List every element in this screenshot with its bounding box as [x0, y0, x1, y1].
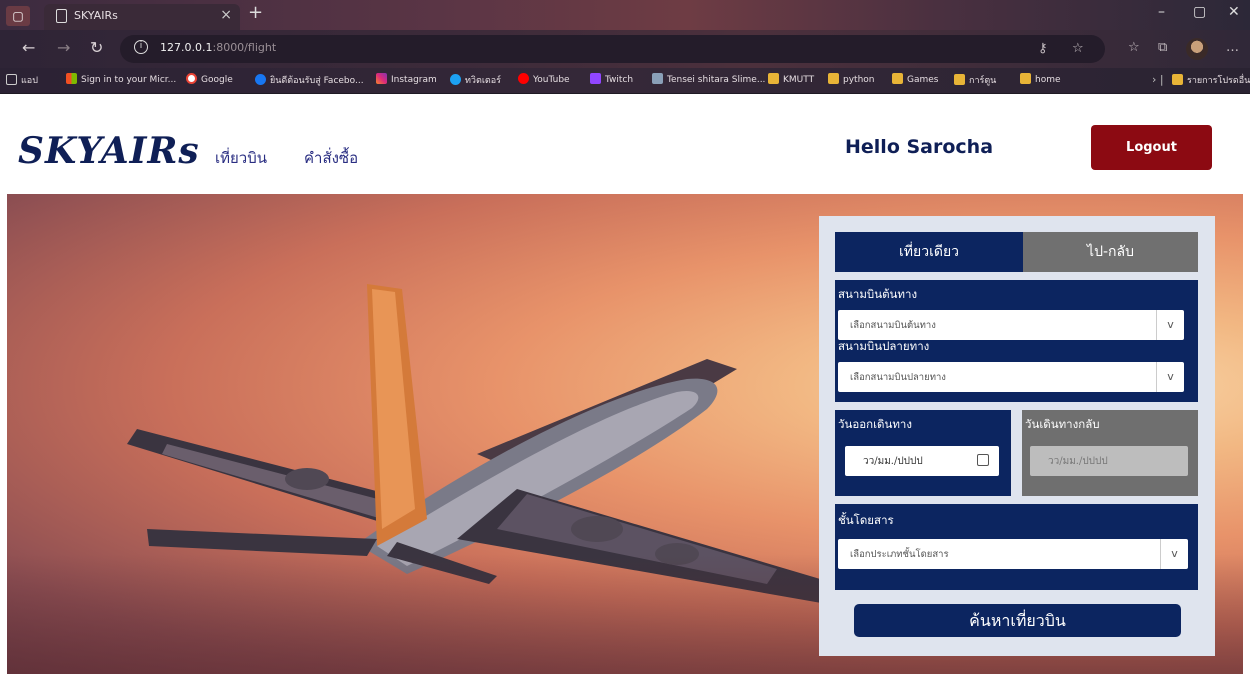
bookmark-apps[interactable]: แอป	[6, 73, 38, 87]
folder-icon	[1172, 74, 1183, 85]
new-tab-icon[interactable]: +	[248, 2, 263, 23]
bookmarks-overflow-icon[interactable]: › |	[1152, 73, 1164, 86]
bookmark-kmutt[interactable]: KMUTT	[768, 73, 814, 85]
url-text: 127.0.0.1:8000/flight	[160, 41, 277, 54]
tab-one-way[interactable]: เที่ยวเดียว	[835, 232, 1023, 272]
folder-icon	[828, 73, 839, 84]
key-icon[interactable]: ⚷	[1038, 41, 1048, 56]
folder-icon	[1020, 73, 1031, 84]
nav-orders[interactable]: คำสั่งซื้อ	[304, 146, 358, 170]
site-header: SKYAIRs เที่ยวบิน คำสั่งซื้อ Hello Saroc…	[0, 94, 1250, 194]
bookmark-tensei[interactable]: Tensei shitara Slime...	[652, 73, 765, 85]
bookmark-instagram[interactable]: Instagram	[376, 73, 437, 85]
bookmark-other-favorites[interactable]: รายการโปรดอื่นๆ	[1172, 73, 1250, 87]
browser-toolbar: ← → ↻ i 127.0.0.1:8000/flight ⚷ ☆ ☆ ⧉ …	[0, 30, 1250, 68]
depart-date-input[interactable]: วว/มม./ปปปป	[845, 446, 999, 476]
apps-icon	[6, 74, 17, 85]
instagram-icon	[376, 73, 387, 84]
bookmark-home[interactable]: home	[1020, 73, 1061, 85]
class-label: ชั้นโดยสาร	[838, 513, 894, 527]
close-window-icon[interactable]: ✕	[1228, 4, 1240, 20]
origin-select-value: เลือกสนามบินต้นทาง	[850, 320, 936, 331]
bookmark-python[interactable]: python	[828, 73, 874, 85]
bookmark-google[interactable]: Google	[186, 73, 233, 85]
tab-title: SKYAIRs	[74, 9, 118, 22]
folder-icon	[954, 74, 965, 85]
more-options-icon[interactable]: …	[1226, 40, 1239, 55]
depart-date-label: วันออกเดินทาง	[838, 417, 913, 431]
search-flights-button[interactable]: ค้นหาเที่ยวบิน	[854, 604, 1181, 637]
folder-icon	[768, 73, 779, 84]
folder-icon	[892, 73, 903, 84]
class-block: ชั้นโดยสาร เลือกประเภทชั้นโดยสาร v	[835, 504, 1198, 590]
maximize-icon[interactable]: ▢	[1193, 4, 1206, 20]
microsoft-icon	[66, 73, 77, 84]
tab-round-trip[interactable]: ไป-กลับ	[1023, 232, 1198, 272]
destination-select-value: เลือกสนามบินปลายทาง	[850, 372, 946, 383]
bookmark-twitter[interactable]: ทวิตเตอร์	[450, 73, 501, 87]
return-date-label: วันเดินทางกลับ	[1025, 417, 1100, 431]
reload-icon[interactable]: ↻	[90, 38, 103, 57]
origin-label: สนามบินต้นทาง	[838, 287, 918, 301]
collections-icon[interactable]: ⧉	[1158, 40, 1167, 55]
bookmark-microsoft[interactable]: Sign in to your Micr...	[66, 73, 176, 85]
minimize-icon[interactable]: –	[1158, 4, 1165, 20]
bookmark-games[interactable]: Games	[892, 73, 938, 85]
nav-flights[interactable]: เที่ยวบิน	[215, 146, 267, 170]
facebook-icon	[255, 74, 266, 85]
bookmark-youtube[interactable]: YouTube	[518, 73, 570, 85]
bookmarks-bar: แอป Sign in to your Micr... Google ยินดี…	[0, 68, 1250, 94]
class-select-value: เลือกประเภทชั้นโดยสาร	[850, 549, 949, 560]
logout-button[interactable]: Logout	[1091, 125, 1212, 170]
browser-tab[interactable]: SKYAIRs ×	[44, 4, 240, 30]
return-date-input: วว/มม./ปปปป	[1030, 446, 1188, 476]
bookmark-facebook[interactable]: ยินดีต้อนรับสู่ Facebo...	[255, 73, 364, 87]
google-icon	[186, 73, 197, 84]
destination-label: สนามบินปลายทาง	[838, 339, 930, 353]
page-icon	[56, 9, 67, 23]
calendar-icon[interactable]	[977, 454, 989, 466]
airport-block: สนามบินต้นทาง เลือกสนามบินต้นทาง v สนามบ…	[835, 280, 1198, 402]
browser-titlebar: ▢ SKYAIRs × + – ▢ ✕	[0, 0, 1250, 30]
depart-date-value: วว/มม./ปปปป	[863, 456, 923, 467]
origin-select[interactable]: เลือกสนามบินต้นทาง v	[838, 310, 1184, 340]
twitch-icon	[590, 73, 601, 84]
class-select[interactable]: เลือกประเภทชั้นโดยสาร v	[838, 539, 1188, 569]
bookmark-twitch[interactable]: Twitch	[590, 73, 633, 85]
site-info-icon[interactable]: i	[134, 40, 148, 54]
back-icon[interactable]: ←	[22, 38, 35, 57]
return-date-value: วว/มม./ปปปป	[1048, 456, 1108, 467]
destination-select[interactable]: เลือกสนามบินปลายทาง v	[838, 362, 1184, 392]
return-date-block: วันเดินทางกลับ วว/มม./ปปปป	[1022, 410, 1198, 496]
profile-avatar[interactable]	[1186, 38, 1208, 60]
chevron-down-icon: v	[1156, 310, 1184, 340]
twitter-icon	[450, 74, 461, 85]
favorites-icon[interactable]: ☆	[1128, 40, 1140, 55]
chevron-down-icon: v	[1156, 362, 1184, 392]
user-greeting: Hello Sarocha	[845, 136, 994, 158]
depart-date-block: วันออกเดินทาง วว/มม./ปปปป	[835, 410, 1011, 496]
site-logo[interactable]: SKYAIRs	[18, 130, 200, 172]
bookmark-cartoon[interactable]: การ์ตูน	[954, 73, 996, 87]
flight-search-panel: เที่ยวเดียว ไป-กลับ สนามบินต้นทาง เลือกส…	[819, 216, 1215, 656]
youtube-icon	[518, 73, 529, 84]
forward-icon[interactable]: →	[57, 38, 70, 57]
chevron-down-icon: v	[1160, 539, 1188, 569]
favorite-add-icon[interactable]: ☆	[1072, 41, 1084, 56]
close-tab-icon[interactable]: ×	[220, 7, 232, 23]
page-icon	[652, 73, 663, 84]
window-menu-icon[interactable]: ▢	[6, 6, 30, 26]
address-bar[interactable]: i 127.0.0.1:8000/flight ⚷ ☆	[120, 35, 1105, 63]
